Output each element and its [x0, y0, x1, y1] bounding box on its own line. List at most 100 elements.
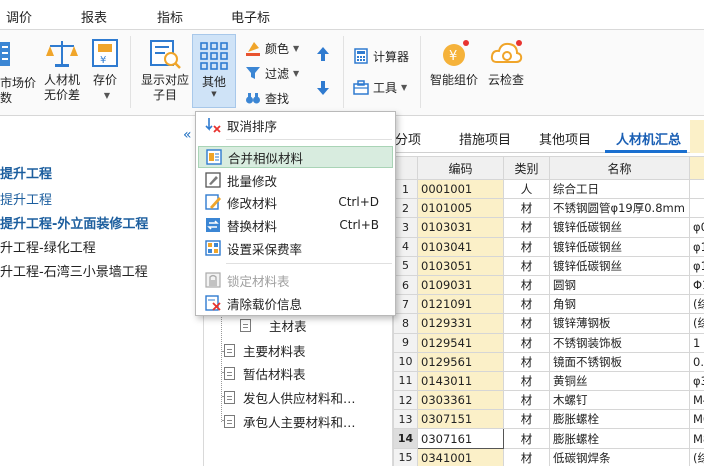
- spec-cell[interactable]: Φ1: [689, 274, 704, 296]
- menu-item-edit-material[interactable]: 修改材料 Ctrl+D: [198, 191, 393, 213]
- header-category[interactable]: 类别: [503, 156, 550, 180]
- category-cell[interactable]: 材: [503, 447, 550, 466]
- table-row[interactable]: 80129331材镀锌薄钢板(综: [393, 313, 704, 334]
- code-cell[interactable]: 0121091: [417, 294, 504, 315]
- name-cell[interactable]: 镜面不锈钢板: [549, 351, 690, 372]
- save-price-button[interactable]: ¥ 存价 ▼: [88, 38, 122, 103]
- menu-e-bid[interactable]: 电子标: [231, 7, 270, 26]
- table-row[interactable]: 120303361材木螺钉M4: [393, 390, 704, 411]
- row-number[interactable]: 7: [393, 294, 418, 315]
- row-number[interactable]: 1: [393, 178, 418, 200]
- filter-button[interactable]: 过滤 ▼: [245, 63, 299, 83]
- menu-indicators[interactable]: 指标: [157, 7, 183, 26]
- table-row[interactable]: 30103031材镀锌低碳钢丝φ0: [393, 217, 704, 238]
- menu-reports[interactable]: 报表: [81, 7, 107, 26]
- category-cell[interactable]: 材: [503, 332, 550, 353]
- spec-cell[interactable]: φ0: [689, 217, 704, 238]
- tree-item-owner-supplied[interactable]: 发包人供应材料和…: [224, 388, 356, 407]
- table-row[interactable]: 10 0129561 材镜面不锈钢板 0.: [393, 351, 704, 372]
- code-cell[interactable]: 0143011: [417, 370, 504, 392]
- name-cell[interactable]: 木螺钉: [549, 390, 690, 411]
- row-number[interactable]: 14: [393, 428, 418, 449]
- name-cell[interactable]: 不锈钢装饰板: [549, 332, 690, 353]
- tools-button[interactable]: 工具 ▼: [353, 77, 407, 97]
- menu-item-set-rate[interactable]: 设置采保费率: [198, 237, 393, 259]
- category-cell[interactable]: 材: [503, 274, 550, 296]
- name-cell[interactable]: 膨胀螺栓: [549, 409, 690, 430]
- code-cell[interactable]: 0341001: [417, 447, 504, 466]
- tab-other-items[interactable]: 其他项目: [539, 129, 591, 148]
- table-row[interactable]: 1 0001001 人综合工日: [393, 178, 704, 200]
- menu-item-merge-similar[interactable]: 合并相似材料: [198, 146, 393, 168]
- tree-node-wall[interactable]: 升工程-石湾三小景墙工程: [0, 261, 148, 280]
- table-row[interactable]: 110143011材黄铜丝φ3: [393, 370, 704, 392]
- table-row[interactable]: 9 0129541 材不锈钢装饰板 1: [393, 332, 704, 353]
- menu-item-cancel-sort[interactable]: 取消排序: [198, 114, 393, 136]
- tree-node-facade[interactable]: 提升工程-外立面装修工程: [0, 213, 148, 232]
- name-cell[interactable]: 角钢: [549, 294, 690, 315]
- category-cell[interactable]: 材: [503, 236, 550, 257]
- tree-item-main-material[interactable]: 主材表: [240, 316, 307, 335]
- category-cell[interactable]: 材: [503, 370, 550, 392]
- code-cell[interactable]: 0129541: [417, 332, 504, 353]
- code-cell[interactable]: 0001001: [417, 178, 504, 200]
- tab-measures[interactable]: 措施项目: [459, 129, 511, 148]
- row-number[interactable]: 9: [393, 332, 418, 353]
- spec-cell[interactable]: φ1: [689, 236, 704, 257]
- name-cell[interactable]: 综合工日: [549, 178, 690, 200]
- tree-node-greening[interactable]: 升工程-绿化工程: [0, 237, 96, 256]
- name-cell[interactable]: 黄铜丝: [549, 370, 690, 392]
- table-row[interactable]: 130307151材膨胀螺栓M6: [393, 409, 704, 430]
- row-number[interactable]: 2: [393, 198, 418, 219]
- row-number[interactable]: 15: [393, 447, 418, 466]
- menu-adjust-price[interactable]: 调价: [6, 7, 32, 26]
- category-cell[interactable]: 材: [503, 294, 550, 315]
- name-cell[interactable]: 圆钢: [549, 274, 690, 296]
- code-cell[interactable]: 0103031: [417, 217, 504, 238]
- row-number[interactable]: 12: [393, 390, 418, 411]
- table-row[interactable]: 50103051材镀锌低碳钢丝φ1: [393, 255, 704, 276]
- table-row[interactable]: 60109031材圆钢Φ1: [393, 274, 704, 296]
- move-down-button[interactable]: [316, 78, 334, 98]
- spec-cell[interactable]: 1: [689, 332, 704, 353]
- cloud-check-button[interactable]: 云检查: [486, 38, 526, 88]
- other-button[interactable]: 其他 ▼: [192, 34, 236, 108]
- name-cell[interactable]: 不锈钢圆管φ19厚0.8mm: [549, 198, 690, 219]
- menu-item-batch-edit[interactable]: 批量修改: [198, 169, 393, 191]
- row-number[interactable]: 3: [393, 217, 418, 238]
- no-price-diff-button[interactable]: 人材机 无价差: [42, 38, 82, 103]
- code-cell[interactable]: 0303361: [417, 390, 504, 411]
- spec-cell[interactable]: M4: [689, 390, 704, 411]
- tree-item-contractor-material[interactable]: 承包人主要材料和…: [224, 412, 356, 431]
- tree-node-root[interactable]: 提升工程: [0, 163, 52, 182]
- table-row[interactable]: 40103041材镀锌低碳钢丝φ1: [393, 236, 704, 257]
- name-cell[interactable]: 镀锌低碳钢丝: [549, 217, 690, 238]
- category-cell[interactable]: 材: [503, 351, 550, 372]
- row-number[interactable]: 6: [393, 274, 418, 296]
- calculator-button[interactable]: 计算器: [353, 46, 409, 66]
- tab-labor-material-summary[interactable]: 人材机汇总: [616, 129, 681, 148]
- category-cell[interactable]: 材: [503, 428, 550, 449]
- menu-item-replace-material[interactable]: 替换材料 Ctrl+B: [198, 214, 393, 236]
- name-cell[interactable]: 镀锌薄钢板: [549, 313, 690, 334]
- collapse-panel-icon[interactable]: «: [183, 127, 192, 143]
- menu-item-clear-price-info[interactable]: 清除载价信息: [198, 292, 393, 314]
- spec-cell[interactable]: (综: [689, 313, 704, 334]
- tree-item-estimated-material[interactable]: 暂估材料表: [224, 364, 306, 383]
- category-cell[interactable]: 材: [503, 255, 550, 276]
- category-cell[interactable]: 材: [503, 390, 550, 411]
- name-cell[interactable]: 镀锌低碳钢丝: [549, 236, 690, 257]
- code-cell[interactable]: 0103051: [417, 255, 504, 276]
- category-cell[interactable]: 材: [503, 409, 550, 430]
- spec-cell[interactable]: 0.: [689, 351, 704, 372]
- show-subitem-button[interactable]: 显示对应 子目: [136, 38, 194, 103]
- spec-cell[interactable]: (综: [689, 447, 704, 466]
- tab-subitem[interactable]: 分项: [395, 129, 421, 148]
- spec-cell[interactable]: (综: [689, 294, 704, 315]
- header-name[interactable]: 名称: [549, 156, 690, 180]
- code-cell[interactable]: 0129561: [417, 351, 504, 372]
- code-cell[interactable]: 0307161: [417, 428, 504, 449]
- find-button[interactable]: 查找: [245, 88, 289, 108]
- header-code[interactable]: 编码: [417, 156, 504, 180]
- category-cell[interactable]: 材: [503, 198, 550, 219]
